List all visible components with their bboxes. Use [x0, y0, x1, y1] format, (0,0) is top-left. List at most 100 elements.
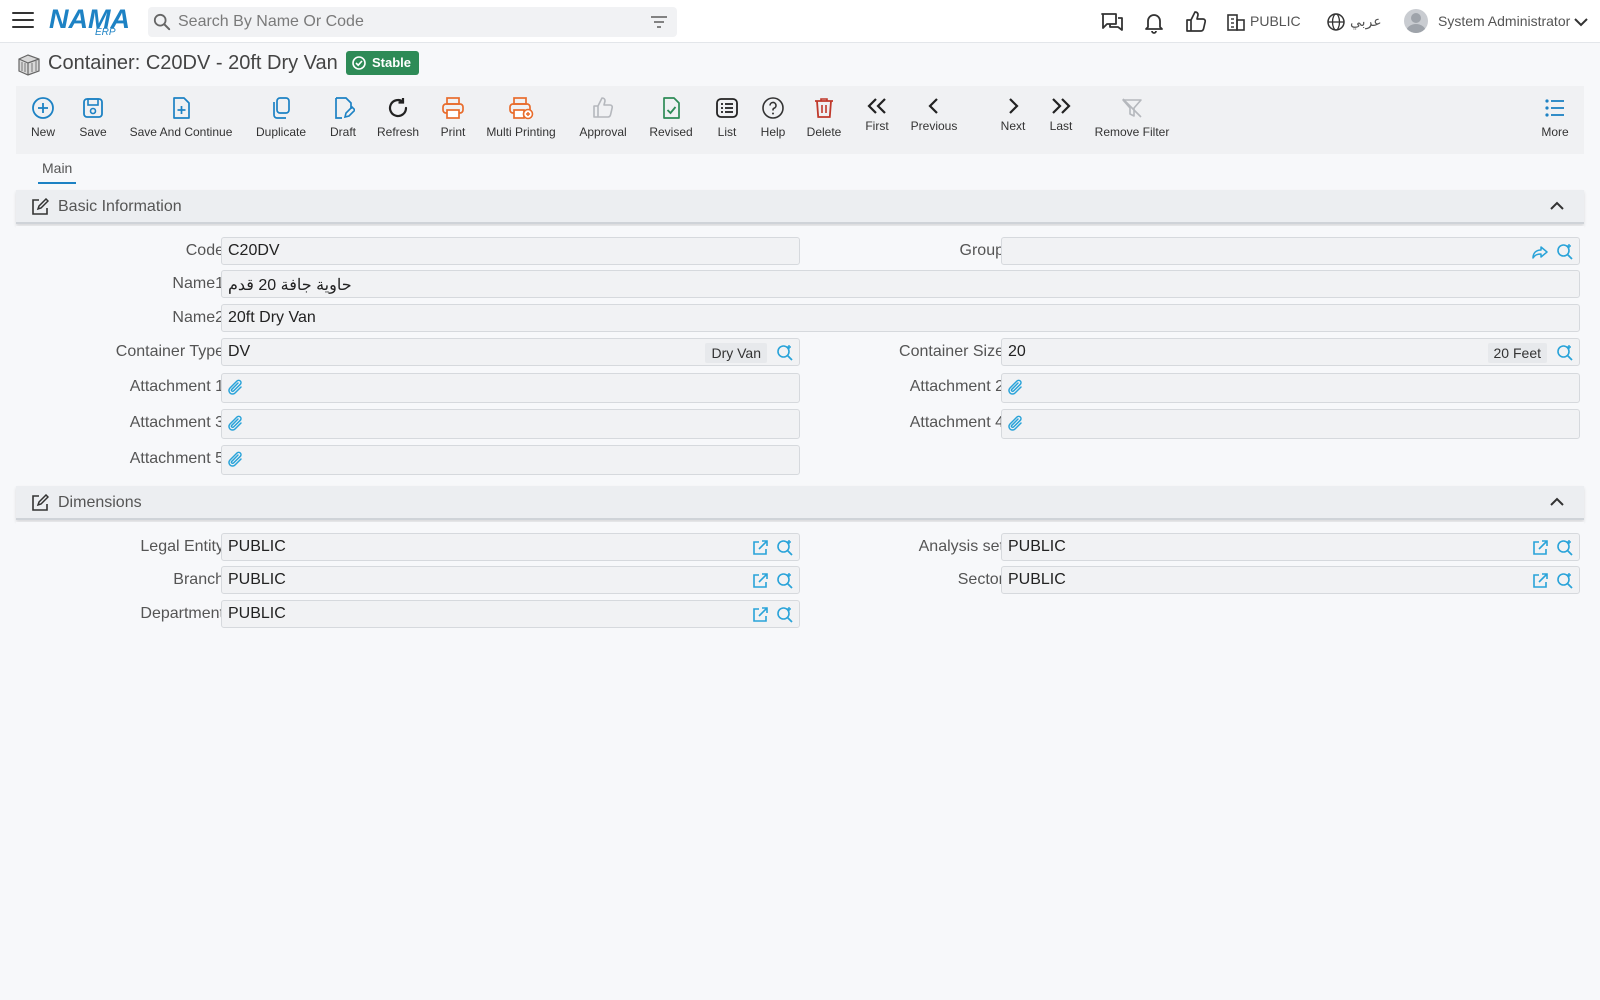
- search-plus-icon[interactable]: [776, 344, 794, 362]
- section-title: Dimensions: [58, 494, 142, 511]
- attachment3-label: Attachment 3: [129, 414, 224, 431]
- open-external-icon[interactable]: [1531, 572, 1549, 590]
- revised-button[interactable]: Revised: [648, 92, 694, 148]
- edit-icon: [32, 198, 49, 215]
- analysis-set-field[interactable]: PUBLIC: [1001, 533, 1580, 561]
- attachment3-field[interactable]: [221, 409, 800, 439]
- refresh-button[interactable]: Refresh: [374, 92, 422, 148]
- name2-field[interactable]: 20ft Dry Van: [221, 304, 1580, 332]
- save-icon: [83, 98, 103, 118]
- refresh-icon: [388, 98, 408, 118]
- delete-label: Delete: [806, 125, 842, 139]
- new-button[interactable]: New: [26, 92, 60, 148]
- branch-field[interactable]: PUBLIC: [221, 566, 800, 594]
- chevron-down-icon[interactable]: [1574, 17, 1588, 27]
- container-size-field[interactable]: 20 20 Feet: [1001, 338, 1580, 366]
- paperclip-icon[interactable]: [227, 415, 245, 433]
- double-chevron-left-icon: [867, 98, 886, 114]
- name1-value: حاوية جافة 20 قدم: [228, 277, 352, 294]
- open-external-icon[interactable]: [1531, 539, 1549, 557]
- tab-main[interactable]: Main: [38, 160, 77, 184]
- basic-information-header[interactable]: Basic Information: [16, 190, 1584, 224]
- section-title: Basic Information: [58, 198, 182, 215]
- company-selector[interactable]: PUBLIC: [1250, 13, 1301, 29]
- print-button[interactable]: Print: [436, 92, 470, 148]
- paperclip-icon[interactable]: [227, 379, 245, 397]
- previous-label: Previous: [910, 119, 958, 133]
- dimensions-header[interactable]: Dimensions: [16, 486, 1584, 520]
- code-label: Code: [185, 242, 224, 259]
- basic-information-body: Code C20DV Group Name1 حاوية جافة 20 قدم…: [16, 226, 1584, 484]
- last-button[interactable]: Last: [1046, 92, 1076, 148]
- list-button[interactable]: List: [712, 92, 742, 148]
- sector-value: PUBLIC: [1008, 571, 1066, 588]
- open-external-icon[interactable]: [751, 572, 769, 590]
- draft-icon: [335, 97, 355, 119]
- paperclip-icon[interactable]: [1007, 379, 1025, 397]
- attachment1-field[interactable]: [221, 373, 800, 403]
- search-plus-icon[interactable]: [1556, 243, 1574, 261]
- chevron-up-icon[interactable]: [1550, 201, 1564, 211]
- duplicate-button[interactable]: Duplicate: [253, 92, 309, 148]
- share-arrow-icon[interactable]: [1531, 243, 1549, 261]
- double-chevron-right-icon: [1052, 98, 1071, 114]
- save-and-continue-button[interactable]: Save And Continue: [129, 92, 233, 148]
- first-label: First: [865, 119, 889, 133]
- globe-icon[interactable]: [1326, 12, 1346, 32]
- search-plus-icon[interactable]: [776, 606, 794, 624]
- search-icon[interactable]: [153, 13, 171, 31]
- group-field[interactable]: [1001, 237, 1580, 265]
- logo[interactable]: NAMA ERP: [49, 5, 134, 38]
- search-plus-icon[interactable]: [776, 539, 794, 557]
- next-button[interactable]: Next: [998, 92, 1028, 148]
- search-plus-icon[interactable]: [1556, 572, 1574, 590]
- container-size-value: 20: [1008, 343, 1026, 360]
- edit-icon: [32, 494, 49, 511]
- paperclip-icon[interactable]: [1007, 415, 1025, 433]
- paperclip-icon[interactable]: [227, 451, 245, 469]
- company-icon[interactable]: [1226, 12, 1246, 32]
- search-plus-icon[interactable]: [1556, 344, 1574, 362]
- file-plus-icon: [173, 97, 190, 119]
- duplicate-label: Duplicate: [255, 125, 307, 139]
- legal-entity-field[interactable]: PUBLIC: [221, 533, 800, 561]
- search-plus-icon[interactable]: [1556, 539, 1574, 557]
- attachment4-field[interactable]: [1001, 409, 1580, 439]
- language-switch[interactable]: عربي: [1350, 13, 1382, 30]
- multi-printing-button[interactable]: Multi Printing: [486, 92, 556, 148]
- user-menu[interactable]: System Administrator: [1438, 13, 1570, 29]
- attachment4-label: Attachment 4: [909, 414, 1004, 431]
- department-field[interactable]: PUBLIC: [221, 600, 800, 628]
- avatar[interactable]: [1404, 9, 1428, 33]
- menu-icon[interactable]: [12, 12, 34, 30]
- approval-button[interactable]: Approval: [578, 92, 628, 148]
- status-badge: Stable: [346, 51, 420, 75]
- delete-button[interactable]: Delete: [806, 92, 842, 148]
- analysis-set-value: PUBLIC: [1008, 538, 1066, 555]
- first-button[interactable]: First: [862, 92, 892, 148]
- code-field[interactable]: C20DV: [221, 237, 800, 265]
- remove-filter-button[interactable]: Remove Filter: [1094, 92, 1170, 148]
- filter-icon[interactable]: [651, 15, 667, 29]
- chat-icon[interactable]: [1100, 10, 1124, 34]
- attachment5-field[interactable]: [221, 445, 800, 475]
- sector-field[interactable]: PUBLIC: [1001, 566, 1580, 594]
- help-button[interactable]: Help: [758, 92, 788, 148]
- search-plus-icon[interactable]: [776, 572, 794, 590]
- open-external-icon[interactable]: [751, 539, 769, 557]
- thumbs-up-icon[interactable]: [1184, 10, 1208, 34]
- previous-button[interactable]: Previous: [910, 92, 958, 148]
- attachment2-field[interactable]: [1001, 373, 1580, 403]
- analysis-set-label: Analysis set: [918, 538, 1004, 555]
- more-button[interactable]: More: [1538, 92, 1572, 148]
- sector-label: Sector: [957, 571, 1004, 588]
- bell-icon[interactable]: [1142, 10, 1166, 34]
- save-button[interactable]: Save: [76, 92, 110, 148]
- chevron-up-icon[interactable]: [1550, 497, 1564, 507]
- search-input[interactable]: [178, 7, 638, 37]
- draft-button[interactable]: Draft: [326, 92, 360, 148]
- new-button-label: New: [30, 125, 55, 139]
- container-type-field[interactable]: DV Dry Van: [221, 338, 800, 366]
- name1-field[interactable]: حاوية جافة 20 قدم: [221, 270, 1580, 298]
- open-external-icon[interactable]: [751, 606, 769, 624]
